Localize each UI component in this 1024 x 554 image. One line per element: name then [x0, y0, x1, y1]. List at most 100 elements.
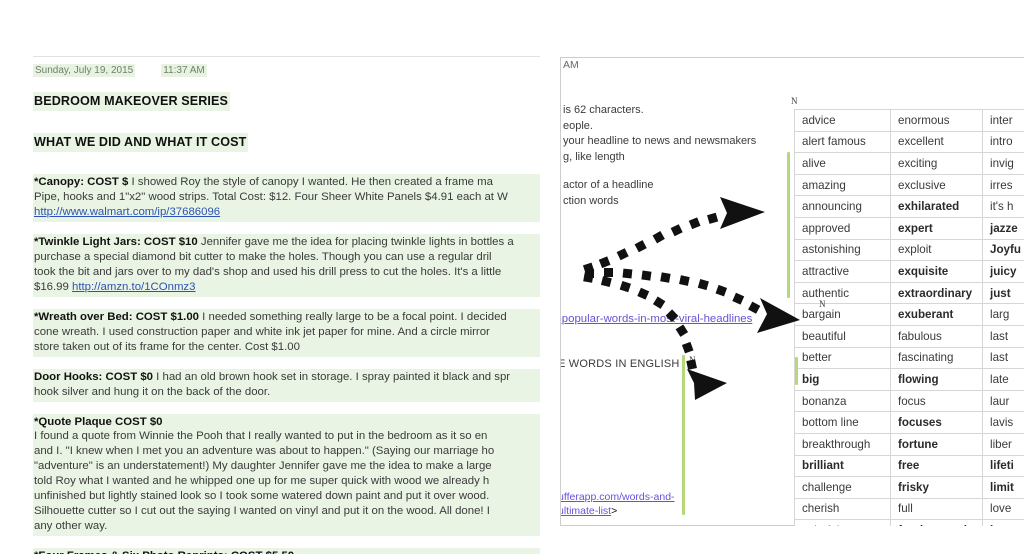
word-cell[interactable]: inter	[982, 109, 1024, 132]
word-cell[interactable]: authentic	[794, 281, 891, 305]
word-cell[interactable]: challenge	[794, 476, 891, 499]
word-cell[interactable]: announcing	[794, 195, 891, 218]
word-cell[interactable]: frisky	[890, 476, 983, 499]
word-cell[interactable]: juicy	[982, 260, 1024, 283]
word-cell[interactable]: full	[890, 497, 983, 521]
section-twinkle-lede: *Twinkle Light Jars: COST $10	[34, 236, 198, 249]
word-cell[interactable]: fabulous	[890, 324, 983, 348]
word-cell[interactable]: expert	[890, 216, 983, 240]
word-cell[interactable]: larg	[982, 303, 1024, 326]
right-note-line-2: eople.	[563, 119, 593, 132]
word-cell[interactable]: just	[982, 281, 1024, 305]
table-row[interactable]: challenge frisky limit	[794, 476, 1024, 499]
word-cell[interactable]: Joyfu	[982, 238, 1024, 262]
section-canopy-line2: Pipe, hooks and 1"x2" wood strips. Total…	[34, 191, 508, 204]
word-cell[interactable]: advice	[794, 109, 891, 132]
word-cell[interactable]: exhilarated	[890, 195, 983, 218]
table-row[interactable]: colorfulfundamentalsluxu	[794, 519, 1024, 526]
section-wreath-body: I needed something really large to be a …	[199, 310, 507, 323]
word-cell[interactable]: alert famous	[794, 130, 891, 154]
right-note-url-line2[interactable]: ultimate-list	[561, 505, 611, 517]
word-cell[interactable]: brilliant	[794, 454, 891, 478]
word-cell[interactable]: colorful	[794, 519, 891, 526]
word-cell[interactable]: exclusive	[890, 173, 983, 197]
table-row[interactable]: bonanza focus laur	[794, 389, 1024, 413]
table-row[interactable]: beautiful fabulous last	[794, 324, 1024, 348]
table-row[interactable]: alive exciting invig	[794, 152, 1024, 175]
word-cell[interactable]: excellent	[890, 130, 983, 154]
word-cell[interactable]: lavis	[982, 411, 1024, 434]
word-cell[interactable]: enormous	[890, 109, 983, 132]
word-cell[interactable]: invig	[982, 152, 1024, 175]
word-cell[interactable]: fascinating	[890, 346, 983, 370]
left-document-content: Sunday, July 19, 2015 11:37 AM BEDROOM MA…	[33, 56, 540, 554]
table-row[interactable]: amazing exclusive irres	[794, 173, 1024, 197]
right-note-url-line1[interactable]: ufferapp.com/words-and-	[561, 491, 675, 503]
word-cell[interactable]: laur	[982, 389, 1024, 413]
word-cell[interactable]: focus	[890, 389, 983, 413]
table-row[interactable]: breakthrough fortune liber	[794, 432, 1024, 456]
table-row[interactable]: better fascinating last	[794, 346, 1024, 370]
word-cell[interactable]: alive	[794, 152, 891, 175]
word-cell[interactable]: fundamentals	[890, 519, 983, 526]
table-row[interactable]: brilliant free lifeti	[794, 454, 1024, 478]
right-note-viral-headlines-link[interactable]: -popular-words-in-most-viral-headlines	[561, 313, 752, 325]
word-cell[interactable]: attractive	[794, 260, 891, 283]
word-cell[interactable]: exuberant	[890, 303, 983, 326]
section-twinkle-line2: purchase a special diamond bit cutter to…	[34, 251, 492, 264]
word-cell[interactable]: focuses	[890, 411, 983, 434]
word-cell[interactable]: irres	[982, 173, 1024, 197]
word-cell[interactable]: breakthrough	[794, 432, 891, 456]
right-note-url-block: ufferapp.com/words-and- ultimate-list>	[561, 490, 708, 518]
section-frames: *Four Frames & Six Photo Reprints: COST …	[33, 548, 540, 554]
word-cell[interactable]: flowing	[890, 368, 983, 391]
word-cell[interactable]: lifeti	[982, 454, 1024, 478]
word-cell[interactable]: fortune	[890, 432, 983, 456]
section-twinkle-link[interactable]: http://amzn.to/1COnmz3	[72, 281, 195, 293]
word-cell[interactable]: exquisite	[890, 260, 983, 283]
word-cell[interactable]: last	[982, 346, 1024, 370]
word-cell[interactable]: it's h	[982, 195, 1024, 218]
word-cell[interactable]: late	[982, 368, 1024, 391]
word-cell[interactable]: intro	[982, 130, 1024, 154]
word-cell[interactable]: liber	[982, 432, 1024, 456]
word-cell[interactable]: jazze	[982, 216, 1024, 240]
heading-secondary-wrap: WHAT WE DID AND WHAT IT COST	[33, 132, 540, 163]
right-note-line-5: actor of a headline	[563, 179, 654, 192]
table-row[interactable]: alert famous excellent intro	[794, 130, 1024, 154]
word-cell[interactable]: beautiful	[794, 324, 891, 348]
word-cell[interactable]: amazing	[794, 173, 891, 197]
section-canopy-link[interactable]: http://www.walmart.com/ip/37686096	[34, 206, 220, 218]
word-cell[interactable]: approved	[794, 216, 891, 240]
word-cell[interactable]: cherish	[794, 497, 891, 521]
word-cell[interactable]: bonanza	[794, 389, 891, 413]
table-row[interactable]: bargain exuberant larg	[794, 303, 1024, 326]
word-cell[interactable]: bottom line	[794, 411, 891, 434]
word-cell[interactable]: exciting	[890, 152, 983, 175]
word-cell[interactable]: luxu	[982, 519, 1024, 526]
word-cell[interactable]: exploit	[890, 238, 983, 262]
word-cell[interactable]: free	[890, 454, 983, 478]
page-subtitle: WHAT WE DID AND WHAT IT COST	[33, 132, 249, 153]
word-cell[interactable]: limit	[982, 476, 1024, 499]
word-cell[interactable]: astonishing	[794, 238, 891, 262]
word-cell[interactable]: bargain	[794, 303, 891, 326]
table-row[interactable]: advice enormous inter	[794, 109, 1024, 132]
table-row[interactable]: attractive exquisite juicy	[794, 260, 1024, 283]
popular-words-table[interactable]: advice enormous inter alert famous excellent…	[794, 109, 1024, 526]
word-cell[interactable]: last	[982, 324, 1024, 348]
word-cell[interactable]: big	[794, 368, 891, 391]
word-cell[interactable]: love	[982, 497, 1024, 521]
table-row[interactable]: big flowing late	[794, 368, 1024, 391]
table-row[interactable]: approved expert jazze	[794, 216, 1024, 240]
table-row[interactable]: cherish full love	[794, 497, 1024, 521]
left-document-panel[interactable]: Sunday, July 19, 2015 11:37 AM BEDROOM MA…	[0, 0, 540, 554]
table-row[interactable]: announcing exhilarated it's h	[794, 195, 1024, 218]
table-row[interactable]: astonishing exploit Joyfu	[794, 238, 1024, 262]
table-row[interactable]: authentic extraordinary just	[794, 281, 1024, 305]
section-quote-line6: unfinished but lightly stained look so I…	[34, 490, 490, 503]
word-cell[interactable]: extraordinary	[890, 281, 983, 305]
word-cell[interactable]: better	[794, 346, 891, 370]
pen-mark-n-alive: N	[791, 96, 798, 106]
table-row[interactable]: bottom line focuses lavis	[794, 411, 1024, 434]
